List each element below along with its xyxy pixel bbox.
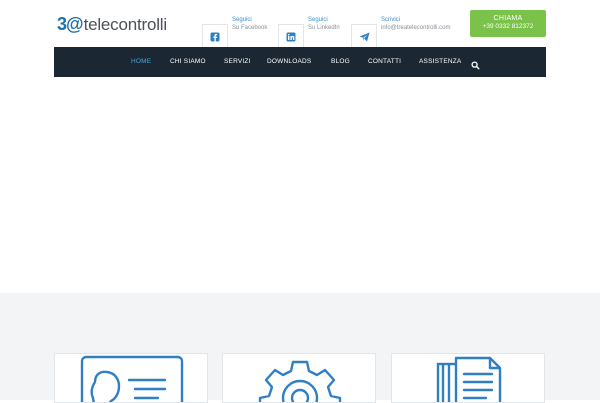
nav-item-chi-siamo[interactable]: CHI SIAMO: [170, 47, 206, 77]
contact-value[interactable]: info@treatelecontrolli.com: [381, 24, 450, 32]
nav-item-assistenza[interactable]: ASSISTENZA: [419, 47, 461, 77]
contact-label: Scrivici: [381, 17, 400, 23]
linkedin-icon: [286, 32, 296, 42]
nav-item-contatti[interactable]: CONTATTI: [368, 47, 401, 77]
id-card-icon: [80, 355, 184, 402]
service-card-2[interactable]: [222, 353, 376, 403]
nav-item-home[interactable]: HOME: [131, 47, 151, 77]
contact-label: Seguici: [308, 17, 328, 23]
documents-icon: [436, 356, 502, 402]
service-card-1[interactable]: [54, 353, 208, 403]
search-icon: [471, 61, 480, 70]
contact-email[interactable]: Scrivici info@treatelecontrolli.com: [351, 16, 450, 50]
gear-icon: [258, 360, 342, 402]
nav-item-blog[interactable]: BLOG: [331, 47, 350, 77]
service-card-3[interactable]: [391, 353, 545, 403]
nav-item-downloads[interactable]: DOWNLOADS: [267, 47, 311, 77]
contact-label: Seguici: [232, 17, 252, 23]
call-button[interactable]: CHIAMA +39 0332 812372: [470, 10, 546, 37]
search-button[interactable]: [471, 57, 480, 75]
contact-linkedin[interactable]: Seguici Su LinkedIn: [278, 16, 340, 50]
hero-banner: [0, 77, 600, 293]
nav-item-servizi[interactable]: SERVIZI: [224, 47, 251, 77]
logo-mark: 3@: [57, 14, 84, 34]
contact-value: Su Facebook: [232, 25, 268, 31]
logo-text: telecontrolli: [83, 14, 168, 34]
paper-plane-icon: [359, 32, 369, 42]
site-logo[interactable]: 3@ telecontrolli: [57, 14, 167, 35]
contact-value: Su LinkedIn: [308, 25, 340, 31]
call-label: CHIAMA: [493, 15, 523, 22]
main-nav: HOME CHI SIAMO SERVIZI DOWNLOADS BLOG CO…: [54, 47, 546, 77]
facebook-icon: [210, 32, 220, 42]
contact-facebook[interactable]: Seguici Su Facebook: [202, 16, 267, 50]
call-number: +39 0332 812372: [482, 23, 534, 30]
